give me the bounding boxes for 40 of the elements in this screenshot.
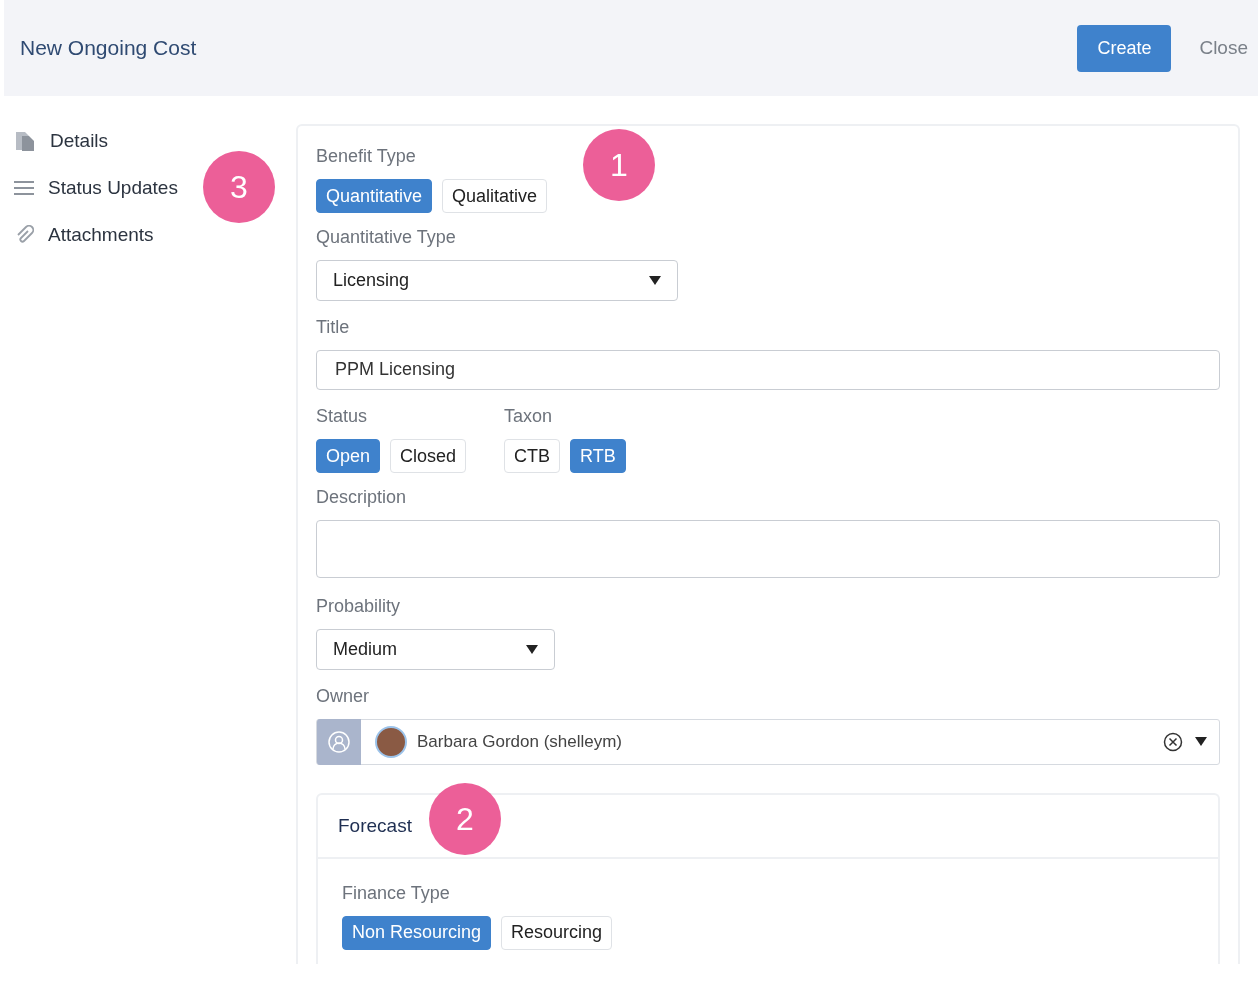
caret-icon [1195, 737, 1207, 747]
field-label: Benefit Type [316, 146, 416, 167]
callout-badge: 3 [203, 151, 275, 223]
owner-field[interactable]: Barbara Gordon (shelleym) [316, 719, 1220, 765]
close-button[interactable]: Close [1199, 37, 1248, 59]
field-label: Probability [316, 596, 401, 618]
user-icon[interactable] [317, 719, 361, 765]
toggle-option[interactable]: Qualitative [442, 179, 548, 213]
field-label: Taxon [504, 406, 554, 428]
callout-badge: 2 [429, 783, 501, 855]
avatar [375, 726, 407, 758]
field-label: Description [316, 487, 407, 509]
document-icon [14, 130, 36, 152]
toggle-option[interactable]: Closed [390, 439, 467, 474]
toggle-option[interactable]: Resourcing [501, 916, 613, 950]
toggle-option[interactable]: CTB [504, 439, 561, 474]
toggle-option[interactable]: RTB [570, 439, 626, 474]
field-label: Title [316, 316, 350, 338]
toggle-option[interactable]: Non Resourcing [342, 916, 492, 950]
field-label: Owner [316, 686, 369, 707]
field-label: Quantitative Type [316, 227, 456, 248]
callout-badge: 1 [583, 129, 655, 201]
clear-icon[interactable] [1163, 732, 1183, 752]
select-field[interactable]: Licensing [316, 260, 678, 301]
caret-icon [649, 275, 661, 285]
sidebar-item[interactable]: Attachments [48, 224, 154, 246]
sidebar-item[interactable]: Details [50, 130, 109, 152]
sidebar-item[interactable]: Status Updates [48, 177, 178, 199]
input-field[interactable]: PPM Licensing [316, 349, 1220, 391]
field-label: Status [316, 406, 369, 428]
toggle-option[interactable]: Open [316, 439, 381, 474]
text-area[interactable] [316, 520, 1220, 579]
page-title: New Ongoing Cost [20, 36, 198, 60]
create-button[interactable]: Create [1077, 24, 1172, 72]
toggle-option[interactable]: Quantitative [316, 179, 433, 213]
section-title: Forecast [338, 815, 412, 837]
field-label: Finance Type [342, 883, 451, 904]
caret-icon [526, 645, 538, 655]
select-field[interactable]: Medium [316, 629, 555, 670]
menu-icon [14, 180, 34, 196]
